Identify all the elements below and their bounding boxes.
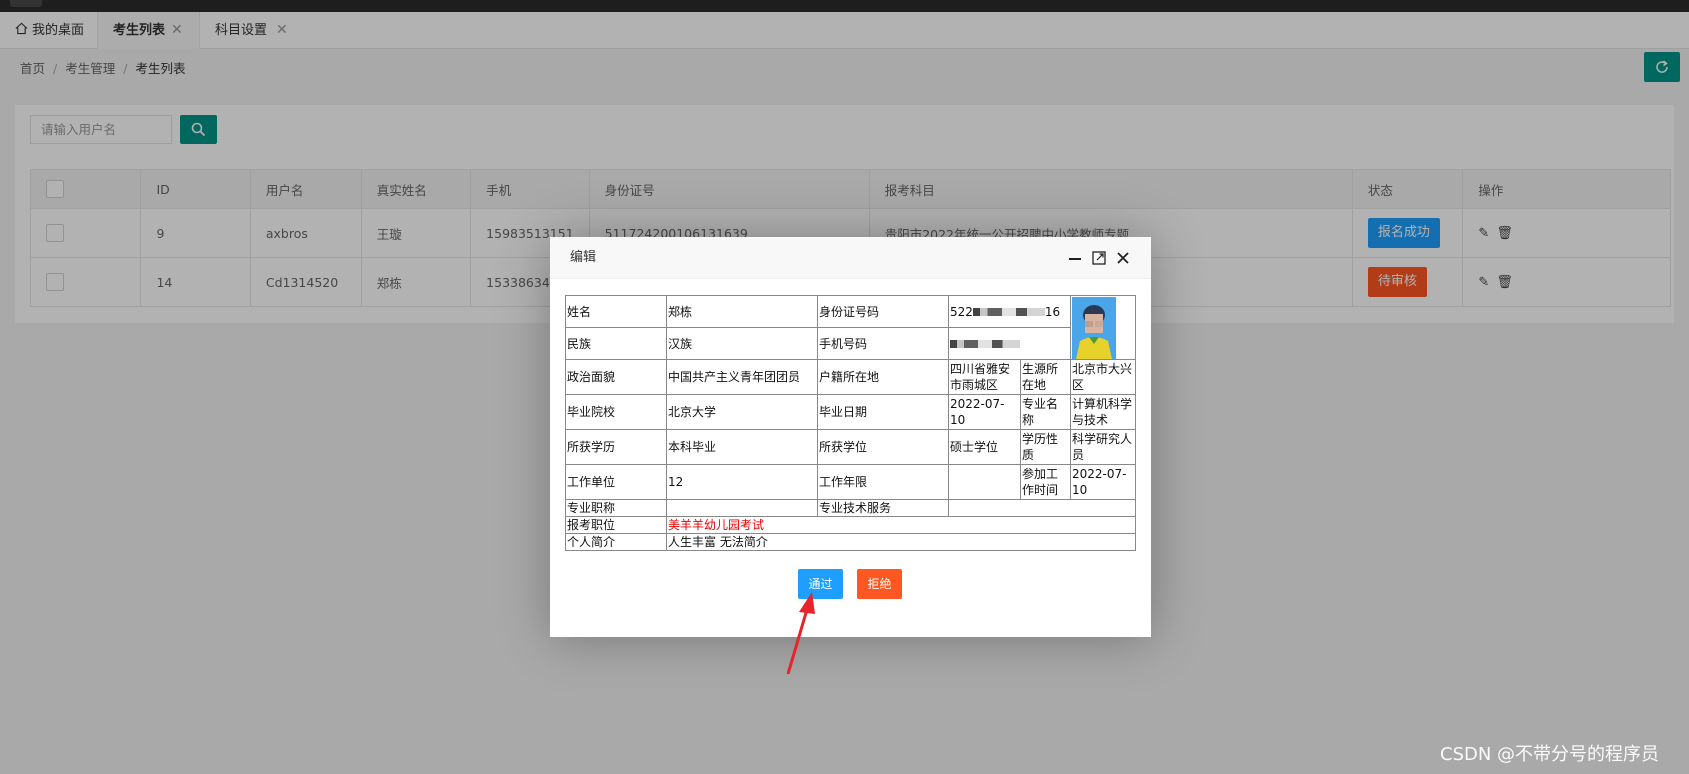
value-phone (948, 327, 1071, 360)
info-row: 民族 汉族 手机号码 (565, 327, 1136, 360)
info-row: 姓名 郑栋 身份证号码 522 16 (565, 295, 1136, 360)
redaction-blur (972, 308, 1045, 316)
value-work-years (948, 464, 1021, 500)
modal-header: 编辑 (550, 237, 1151, 279)
value-degree: 硕士学位 (948, 429, 1021, 465)
label-major: 专业名称 (1020, 394, 1071, 430)
value-edu-nature: 科学研究人员 (1070, 429, 1136, 465)
value-major: 计算机科学与技术 (1070, 394, 1136, 430)
value-school: 北京大学 (666, 394, 818, 430)
info-row: 所获学历 本科毕业 所获学位 硕士学位 学历性质 科学研究人员 (565, 429, 1136, 465)
label-work: 工作单位 (565, 464, 667, 500)
value-service (948, 499, 1136, 517)
label-phone: 手机号码 (817, 327, 949, 360)
label-graddate: 毕业日期 (817, 394, 949, 430)
modal-title: 编辑 (570, 250, 597, 265)
value-name: 郑栋 (666, 295, 818, 328)
applicant-info-table: 姓名 郑栋 身份证号码 522 16 民族 汉族 手机号码 政治面貌 中国共产主义… (565, 295, 1136, 551)
info-row: 专业职称 专业技术服务 (565, 499, 1136, 517)
label-intro: 个人简介 (565, 533, 667, 551)
label-name: 姓名 (565, 295, 667, 328)
label-political: 政治面貌 (565, 359, 667, 395)
value-title (666, 499, 818, 517)
label-school: 毕业院校 (565, 394, 667, 430)
label-origin: 生源所在地 (1020, 359, 1071, 395)
info-row: 个人简介 人生丰富 无法简介 (565, 533, 1136, 551)
value-work: 12 (666, 464, 818, 500)
value-graddate: 2022-07-10 (948, 394, 1021, 430)
info-row: 毕业院校 北京大学 毕业日期 2022-07-10 专业名称 计算机科学与技术 (565, 394, 1136, 430)
label-service: 专业技术服务 (817, 499, 949, 517)
value-origin: 北京市大兴区 (1070, 359, 1136, 395)
value-idcard: 522 16 (948, 295, 1071, 328)
edit-modal: 编辑 姓名 郑栋 身份证号码 522 16 民族 汉族 手机号码 政治面貌 中国共… (550, 237, 1151, 637)
redaction-blur (950, 340, 1020, 348)
label-work-years: 工作年限 (817, 464, 949, 500)
label-join-work: 参加工作时间 (1020, 464, 1071, 500)
applicant-photo (1072, 296, 1116, 359)
value-nation: 汉族 (666, 327, 818, 360)
value-edu: 本科毕业 (666, 429, 818, 465)
annotation-arrow-icon (786, 592, 815, 675)
photo-cell (1070, 295, 1136, 360)
value-intro: 人生丰富 无法简介 (666, 533, 1136, 551)
label-position: 报考职位 (565, 516, 667, 534)
value-huji: 四川省雅安市雨城区 (948, 359, 1021, 395)
label-nation: 民族 (565, 327, 667, 360)
value-political: 中国共产主义青年团团员 (666, 359, 818, 395)
label-idcard: 身份证号码 (817, 295, 949, 328)
label-title: 专业职称 (565, 499, 667, 517)
info-row: 工作单位 12 工作年限 参加工作时间 2022-07-10 (565, 464, 1136, 500)
minimize-icon[interactable] (1067, 250, 1083, 266)
info-row: 报考职位 美羊羊幼儿园考试 (565, 516, 1136, 534)
label-edu-nature: 学历性质 (1020, 429, 1071, 465)
reject-button[interactable]: 拒绝 (857, 569, 902, 599)
value-join-work: 2022-07-10 (1070, 464, 1136, 500)
value-position: 美羊羊幼儿园考试 (666, 516, 1136, 534)
info-row: 政治面貌 中国共产主义青年团团员 户籍所在地 四川省雅安市雨城区 生源所在地 北… (565, 359, 1136, 395)
label-huji: 户籍所在地 (817, 359, 949, 395)
maximize-icon[interactable] (1091, 250, 1107, 266)
label-degree: 所获学位 (817, 429, 949, 465)
label-edu: 所获学历 (565, 429, 667, 465)
watermark: CSDN @不带分号的程序员 (1440, 744, 1660, 765)
close-icon[interactable] (1115, 250, 1131, 266)
